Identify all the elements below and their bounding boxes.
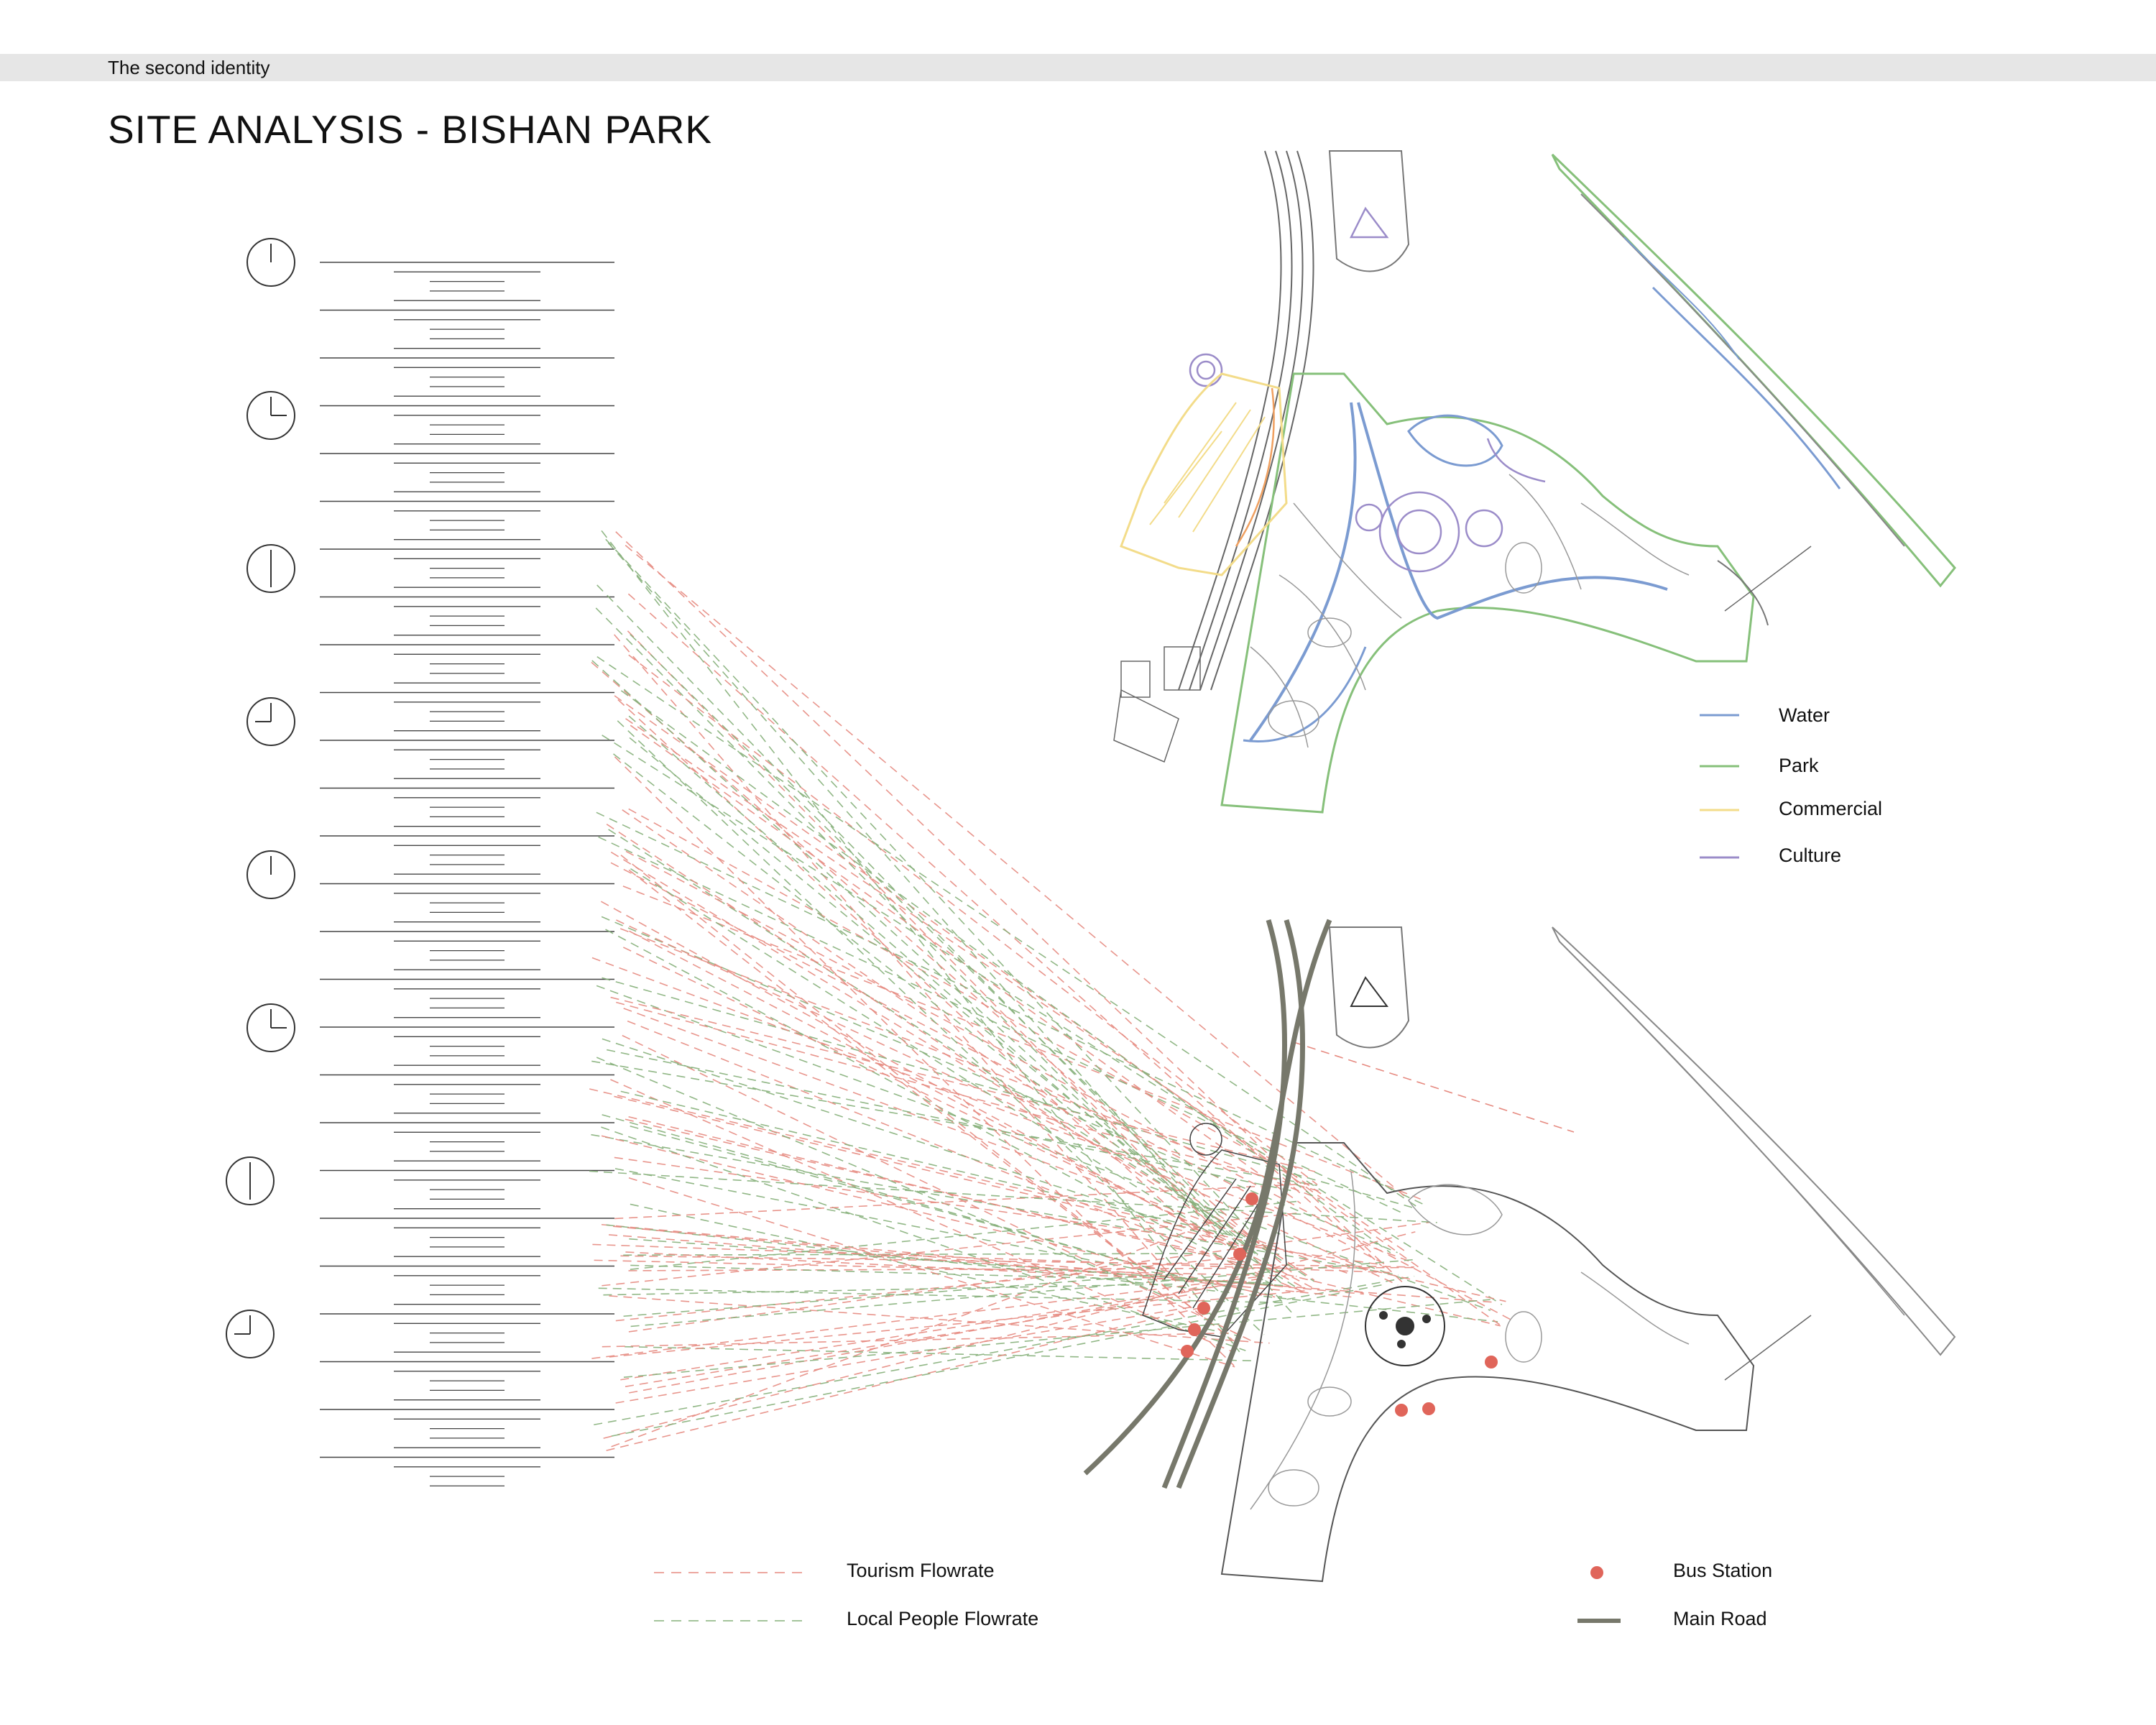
top-block-2 [1328, 926, 1410, 1049]
mall-block [1142, 1123, 1287, 1338]
local-flow-line [628, 715, 1225, 1233]
legend-graphics [654, 714, 1739, 1623]
bus-station-dot [1188, 1323, 1201, 1336]
tourism-flow-line [614, 695, 1501, 1325]
legend-park-label: Park [1779, 755, 1819, 776]
local-flow-line [607, 1049, 1293, 1192]
bus-station-dot [1245, 1192, 1258, 1205]
legend-commercial-label: Commercial [1779, 798, 1883, 819]
commercial-zone [1120, 372, 1288, 576]
highway-corridor [1178, 150, 1314, 691]
clock-3-icon [247, 391, 295, 440]
clock-6-icon [226, 1156, 275, 1205]
tourism-flow-line [615, 1255, 1250, 1322]
right-stub [1717, 560, 1769, 626]
culture-triangle-2 [1350, 976, 1388, 1007]
legend-main-road-label: Main Road [1673, 1608, 1767, 1629]
culture-zone [1189, 206, 1546, 573]
legend-tourism-label: Tourism Flowrate [847, 1560, 995, 1581]
top-block [1328, 150, 1410, 272]
legend-bus-station-label: Bus Station [1673, 1560, 1773, 1581]
clock-9-icon [226, 1310, 275, 1358]
tourism-flow-line [622, 809, 1315, 1281]
tourism-flow-line [610, 1079, 1233, 1353]
park-water-bottom [1243, 646, 1367, 742]
tourism-flow-line [629, 1276, 1266, 1394]
clock-6-icon [247, 544, 295, 593]
timeline-bars [320, 262, 614, 1487]
central-plaza [1365, 1286, 1445, 1366]
tourism-flow-line [591, 957, 1412, 1263]
bus-station-dot [1233, 1248, 1246, 1261]
timeline-chart [226, 238, 614, 1487]
river-bank-outline-2 [1552, 926, 1956, 1356]
tourism-flow-line [628, 1221, 1430, 1333]
local-flow-line [602, 735, 1503, 1305]
bus-station-dot [1181, 1345, 1194, 1358]
legend-water-label: Water [1779, 704, 1830, 726]
tourism-flow-line [620, 855, 1232, 1340]
tourism-flow-line [620, 1281, 1247, 1381]
local-flow-line [613, 753, 1258, 1256]
legend-local-label: Local People Flowrate [847, 1608, 1039, 1629]
local-flow-line [602, 1038, 1204, 1235]
river-inner-2 [1580, 962, 1905, 1316]
river-bank-outline [1551, 153, 1956, 588]
local-flow-line [630, 868, 1298, 1289]
tourism-flow-line [614, 634, 1191, 1299]
river-inner [1580, 193, 1905, 547]
clock-3-icon [247, 1003, 295, 1052]
transit-map [1083, 919, 1956, 1583]
tourism-flow-line [625, 1291, 1208, 1387]
tourism-flow-line [610, 996, 1316, 1172]
tourism-flow-line [629, 930, 1312, 1288]
local-flow-line [620, 690, 1391, 1254]
bus-station-dot [1422, 1402, 1435, 1415]
bus-station-dot [1395, 1404, 1408, 1417]
clock-9-icon [247, 697, 295, 746]
local-flow-line [605, 538, 1270, 1252]
river-water [1651, 286, 1841, 489]
flow-lines [589, 530, 1575, 1451]
local-flow-line [601, 1126, 1246, 1351]
local-flow-line [601, 530, 1240, 1353]
bus-station-dot-icon [1590, 1566, 1603, 1579]
tourism-flow-line [625, 850, 1511, 1320]
tourism-flow-line [606, 824, 1222, 1230]
tourism-flow-line [628, 808, 1298, 1177]
clock-12-icon [247, 238, 295, 287]
tourism-flow-line [615, 1305, 1196, 1404]
local-flow-line [594, 1275, 1415, 1426]
right-connector-2 [1724, 1315, 1812, 1381]
park-internal-paths-2 [1250, 1171, 1690, 1510]
right-connector [1724, 546, 1812, 612]
clock-12-icon [247, 850, 295, 899]
park-water-channel [1249, 402, 1668, 742]
local-flow-line [611, 1284, 1383, 1437]
legend-culture-label: Culture [1779, 845, 1842, 866]
tourism-flow-line [1293, 1041, 1575, 1133]
park-internal-paths [1250, 474, 1690, 748]
bus-station-dot [1485, 1356, 1498, 1368]
bus-station-dot [1197, 1302, 1210, 1315]
